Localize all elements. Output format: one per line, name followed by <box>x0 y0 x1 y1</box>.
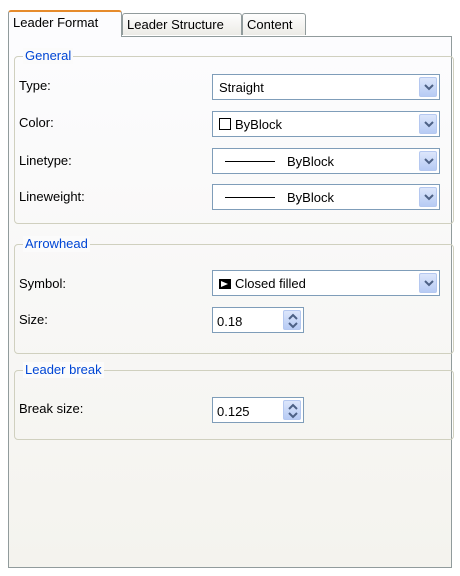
size-spin-button[interactable] <box>283 310 301 330</box>
type-label: Type: <box>19 78 51 93</box>
tab-bar: Leader Format Leader Structure Content <box>8 10 452 37</box>
color-value-wrap: ByBlock <box>219 116 282 134</box>
lineweight-label: Lineweight: <box>19 189 85 204</box>
leader-break-group-title: Leader break <box>23 362 104 378</box>
tab-leader-structure-label: Leader Structure <box>127 17 224 32</box>
tab-leader-format[interactable]: Leader Format <box>8 10 122 37</box>
linetype-value: ByBlock <box>287 154 334 169</box>
lineweight-dropdown[interactable]: ByBlock <box>212 184 440 210</box>
symbol-value: Closed filled <box>235 276 306 291</box>
symbol-dropdown-button[interactable] <box>419 273 437 293</box>
break-size-label: Break size: <box>19 401 84 416</box>
symbol-label: Symbol: <box>19 276 66 291</box>
break-size-input[interactable] <box>217 402 277 420</box>
linetype-value-wrap: ByBlock <box>225 153 334 171</box>
linetype-label: Linetype: <box>19 153 72 168</box>
up-down-arrows-icon <box>288 403 298 419</box>
color-dropdown-button[interactable] <box>419 114 437 134</box>
type-value: Straight <box>219 80 264 95</box>
size-spinner[interactable] <box>212 307 304 333</box>
lineweight-value: ByBlock <box>287 190 334 205</box>
chevron-down-icon <box>424 84 434 91</box>
color-label: Color: <box>19 115 54 130</box>
break-size-spinner[interactable] <box>212 397 304 423</box>
chevron-down-icon <box>424 158 434 165</box>
up-down-arrows-icon <box>288 313 298 329</box>
chevron-down-icon <box>424 280 434 287</box>
tab-content[interactable]: Content <box>242 13 306 35</box>
tab-content-label: Content <box>247 17 293 32</box>
color-dropdown[interactable]: ByBlock <box>212 111 440 137</box>
size-input[interactable] <box>217 312 277 330</box>
linetype-dropdown[interactable]: ByBlock <box>212 148 440 174</box>
arrowhead-group: Arrowhead <box>14 236 454 354</box>
type-dropdown[interactable]: Straight <box>212 74 440 100</box>
chevron-down-icon <box>424 194 434 201</box>
color-swatch-icon <box>219 118 231 130</box>
type-dropdown-button[interactable] <box>419 77 437 97</box>
symbol-dropdown[interactable]: Closed filled <box>212 270 440 296</box>
lineweight-value-wrap: ByBlock <box>225 189 334 207</box>
tab-leader-structure[interactable]: Leader Structure <box>122 13 242 35</box>
symbol-value-wrap: Closed filled <box>219 275 306 293</box>
linetype-dropdown-button[interactable] <box>419 151 437 171</box>
color-value: ByBlock <box>235 117 282 132</box>
closed-filled-arrow-icon <box>219 279 231 289</box>
arrowhead-group-title: Arrowhead <box>23 236 90 252</box>
line-sample-icon <box>225 197 275 198</box>
break-size-spin-button[interactable] <box>283 400 301 420</box>
chevron-down-icon <box>424 121 434 128</box>
general-group-title: General <box>23 48 74 64</box>
tab-leader-format-label: Leader Format <box>13 15 99 30</box>
lineweight-dropdown-button[interactable] <box>419 187 437 207</box>
size-label: Size: <box>19 312 48 327</box>
line-sample-icon <box>225 161 275 162</box>
